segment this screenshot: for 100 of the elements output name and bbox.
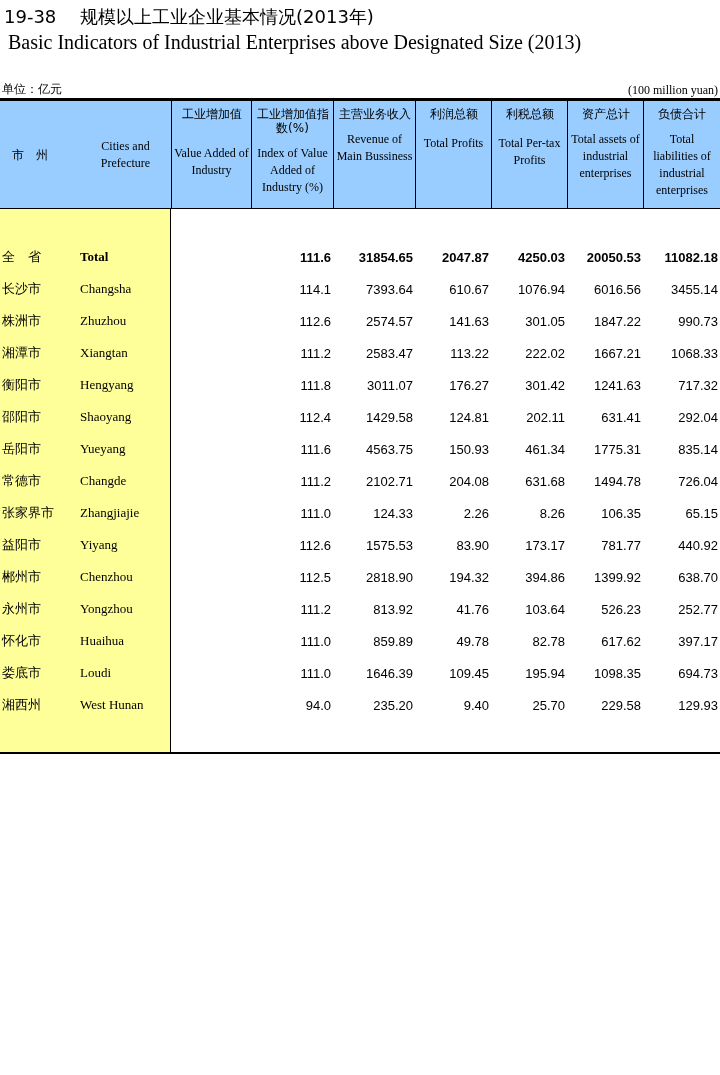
table-cell: 176.27 [449, 377, 489, 393]
table-cell: 113.22 [450, 345, 489, 361]
table-cell: 141.63 [449, 313, 489, 329]
column-heading: Total assets of industrial enterprises [570, 131, 641, 182]
city-name: Loudi [80, 665, 112, 681]
city-name: West Hunan [80, 697, 144, 713]
table-cell: 3011.07 [366, 377, 413, 393]
table-cell: 111.2 [300, 345, 331, 361]
table-cell: 1098.35 [594, 665, 641, 681]
column-heading: Index of Value Added of Industry (%) [256, 145, 329, 196]
table-cell: 112.6 [299, 313, 331, 329]
column-heading: 利润总额 [429, 107, 478, 121]
table-cell: 8.26 [539, 505, 565, 521]
table-cell: 7393.64 [366, 281, 413, 297]
table-cell: 440.92 [678, 537, 718, 553]
city-name: 衡阳市 [1, 376, 42, 394]
table-cell: 638.70 [678, 569, 718, 585]
table-cell: 4250.03 [518, 249, 565, 265]
table-cell: 111.8 [300, 377, 331, 393]
table-cell: 781.77 [601, 537, 641, 553]
table-cell: 82.78 [532, 633, 565, 649]
table-cell: 4563.75 [366, 441, 413, 457]
city-name: Xiangtan [80, 345, 128, 361]
city-name: Yiyang [80, 537, 118, 553]
table-cell: 1494.78 [594, 473, 641, 489]
city-name: Huaihua [80, 633, 125, 649]
table-cell: 1847.22 [594, 313, 641, 329]
table-cell: 1241.63 [594, 377, 641, 393]
table-cell: 111.0 [300, 633, 331, 649]
table-cell: 114.1 [299, 281, 331, 297]
city-name: Zhuzhou [80, 313, 127, 329]
table-cell: 111.6 [299, 249, 331, 265]
table-cell: 1667.21 [594, 345, 641, 361]
table-cell: 111.0 [300, 505, 331, 521]
table-cell: 41.76 [456, 601, 489, 617]
column-heading: 工业增加值指数(%) [255, 107, 330, 135]
city-name: 岳阳市 [1, 440, 42, 458]
table-cell: 859.89 [373, 633, 413, 649]
table-cell: 526.23 [601, 601, 641, 617]
table-cell: 1429.58 [366, 409, 413, 425]
city-name: 湘潭市 [1, 344, 42, 362]
table-cell: 9.40 [463, 697, 489, 713]
table-cell: 112.5 [299, 569, 331, 585]
table-cell: 990.73 [678, 313, 718, 329]
city-name: 株洲市 [1, 312, 42, 330]
city-name: 湘西州 [1, 696, 42, 714]
city-name: Hengyang [80, 377, 134, 393]
table-cell: 2818.90 [366, 569, 413, 585]
table-cell: 111.2 [300, 473, 331, 489]
city-name: Yongzhou [80, 601, 133, 617]
table-cell: 124.33 [373, 505, 413, 521]
table-cell: 204.08 [449, 473, 489, 489]
table-cell: 65.15 [685, 505, 718, 521]
table-cell: 1068.33 [671, 345, 718, 361]
table-cell: 31854.65 [358, 249, 413, 265]
city-name: 郴州市 [1, 568, 42, 586]
table-cell: 461.34 [525, 441, 565, 457]
unit-label: 单位：亿元 [2, 81, 62, 98]
table-cell: 397.17 [678, 633, 718, 649]
table-cell: 235.20 [373, 697, 413, 713]
table-cell: 252.77 [678, 601, 718, 617]
table-cell: 195.94 [525, 665, 565, 681]
table-cell: 2047.87 [442, 249, 489, 265]
city-name: Zhangjiajie [80, 505, 140, 521]
table-cell: 1775.31 [594, 441, 641, 457]
city-name: 益阳市 [1, 536, 42, 554]
table-cell: 112.4 [299, 409, 331, 425]
column-heading: 主营业务收入 [338, 107, 411, 121]
column-heading: Total liabilities of industrial enterprises [652, 131, 712, 199]
city-name: 全 省 [1, 248, 42, 266]
table-cell: 109.45 [449, 665, 489, 681]
table-cell: 222.02 [525, 345, 565, 361]
table-cell: 726.04 [678, 473, 718, 489]
table-cell: 1575.53 [366, 537, 413, 553]
city-name: 怀化市 [1, 632, 42, 650]
city-name: Changsha [80, 281, 132, 297]
table-cell: 229.58 [601, 697, 641, 713]
table-cell: 2102.71 [366, 473, 413, 489]
table-cell: 1076.94 [518, 281, 565, 297]
table-cell: 292.04 [678, 409, 718, 425]
table-cell: 301.05 [525, 313, 565, 329]
city-name: Changde [80, 473, 127, 489]
table-cell: 150.93 [449, 441, 489, 457]
column-heading: 工业增加值 [181, 107, 242, 121]
city-name: 长沙市 [1, 280, 42, 298]
table-cell: 94.0 [305, 697, 331, 713]
table-cell: 111.0 [300, 665, 331, 681]
column-heading: 利税总额 [505, 107, 554, 121]
table-cell: 106.35 [601, 505, 641, 521]
city-name: Yueyang [80, 441, 126, 457]
table-cell: 1399.92 [594, 569, 641, 585]
table-title: 19-38 规模以上工业企业基本情况(2013年) [3, 5, 375, 29]
table-cell: 835.14 [678, 441, 718, 457]
table-cell: 20050.53 [586, 249, 641, 265]
table-cell: 6016.56 [594, 281, 641, 297]
table-title: Basic Indicators of Industrial Enterprises above Designated Size (2013) [7, 30, 583, 56]
table-cell: 111.2 [300, 601, 331, 617]
column-heading: Total Profits [423, 135, 484, 152]
table-cell: 3455.14 [671, 281, 718, 297]
table-cell: 610.67 [449, 281, 489, 297]
